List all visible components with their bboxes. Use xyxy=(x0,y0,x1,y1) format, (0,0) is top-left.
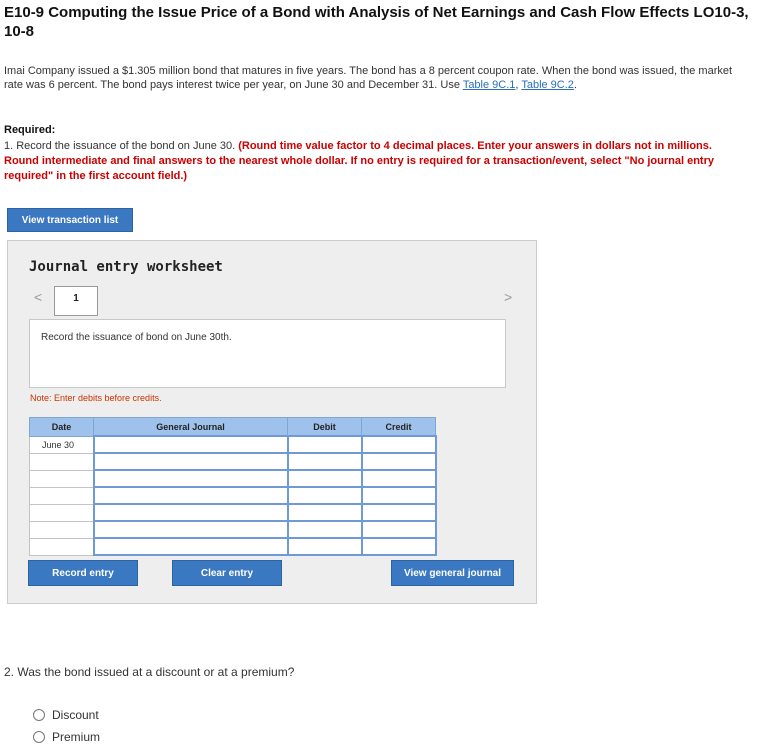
table-9c2-link[interactable]: Table 9C.2 xyxy=(521,79,574,91)
previous-entry-chevron-icon[interactable]: < xyxy=(34,289,42,305)
column-header-credit: Credit xyxy=(361,417,436,437)
radio-button[interactable] xyxy=(33,709,45,721)
credit-input[interactable] xyxy=(360,486,437,505)
debit-input[interactable] xyxy=(286,469,363,488)
worksheet-title: Journal entry worksheet xyxy=(29,259,223,275)
credit-input[interactable] xyxy=(360,537,437,556)
next-entry-chevron-icon[interactable]: > xyxy=(504,289,512,305)
record-entry-button[interactable]: Record entry xyxy=(28,560,138,586)
journal-entry-worksheet: Journal entry worksheet < 1 > Record the… xyxy=(7,240,537,604)
debit-credit-note: Note: Enter debits before credits. xyxy=(30,393,162,403)
date-cell xyxy=(29,486,94,505)
date-cell: June 30 xyxy=(29,435,94,454)
debit-input[interactable] xyxy=(286,486,363,505)
table-9c1-link[interactable]: Table 9C.1 xyxy=(463,79,516,91)
clear-entry-button[interactable]: Clear entry xyxy=(172,560,282,586)
date-cell xyxy=(29,537,94,556)
debit-input[interactable] xyxy=(286,520,363,539)
date-cell xyxy=(29,520,94,539)
account-select[interactable] xyxy=(92,520,289,539)
required-heading: Required: xyxy=(4,124,56,136)
table-row xyxy=(29,503,437,522)
journal-table: Date General Journal Debit Credit June 3… xyxy=(29,417,437,556)
discount-radio-option[interactable]: Discount xyxy=(33,708,99,722)
table-row xyxy=(29,469,437,488)
radio-label-premium: Premium xyxy=(52,730,101,744)
debit-input[interactable] xyxy=(286,435,363,454)
table-row xyxy=(29,452,437,471)
radio-button[interactable] xyxy=(33,731,45,743)
table-row xyxy=(29,520,437,539)
credit-input[interactable] xyxy=(360,452,437,471)
account-select[interactable] xyxy=(92,452,289,471)
date-cell xyxy=(29,503,94,522)
table-row xyxy=(29,486,437,505)
radio-label-discount: Discount xyxy=(52,708,99,722)
debit-input[interactable] xyxy=(286,537,363,556)
required-item1: 1. Record the issuance of the bond on Ju… xyxy=(4,140,239,152)
column-header-general-journal: General Journal xyxy=(93,417,288,437)
entry-page-tab[interactable]: 1 xyxy=(54,286,98,316)
problem-statement: Imai Company issued a $1.305 million bon… xyxy=(4,64,739,92)
column-header-date: Date xyxy=(29,417,94,437)
entry-description: Record the issuance of bond on June 30th… xyxy=(29,319,506,388)
problem-title: E10-9 Computing the Issue Price of a Bon… xyxy=(4,4,749,40)
credit-input[interactable] xyxy=(360,469,437,488)
account-select[interactable] xyxy=(92,503,289,522)
credit-input[interactable] xyxy=(360,435,437,454)
table-row xyxy=(29,537,437,556)
premium-radio-option[interactable]: Premium xyxy=(33,730,100,744)
debit-input[interactable] xyxy=(286,503,363,522)
view-general-journal-button[interactable]: View general journal xyxy=(391,560,514,586)
view-transaction-list-button[interactable]: View transaction list xyxy=(7,208,133,232)
date-cell xyxy=(29,452,94,471)
account-select[interactable] xyxy=(92,486,289,505)
credit-input[interactable] xyxy=(360,520,437,539)
debit-input[interactable] xyxy=(286,452,363,471)
question-2: 2. Was the bond issued at a discount or … xyxy=(4,665,295,679)
date-cell xyxy=(29,469,94,488)
column-header-debit: Debit xyxy=(287,417,362,437)
account-select[interactable] xyxy=(92,537,289,556)
required-instructions: 1. Record the issuance of the bond on Ju… xyxy=(4,139,749,184)
problem-end: . xyxy=(573,79,577,91)
credit-input[interactable] xyxy=(360,503,437,522)
account-select[interactable] xyxy=(92,469,289,488)
table-row: June 30 xyxy=(29,435,437,454)
problem-text: Imai Company issued a $1.305 million bon… xyxy=(4,65,733,91)
account-select[interactable] xyxy=(92,435,289,454)
